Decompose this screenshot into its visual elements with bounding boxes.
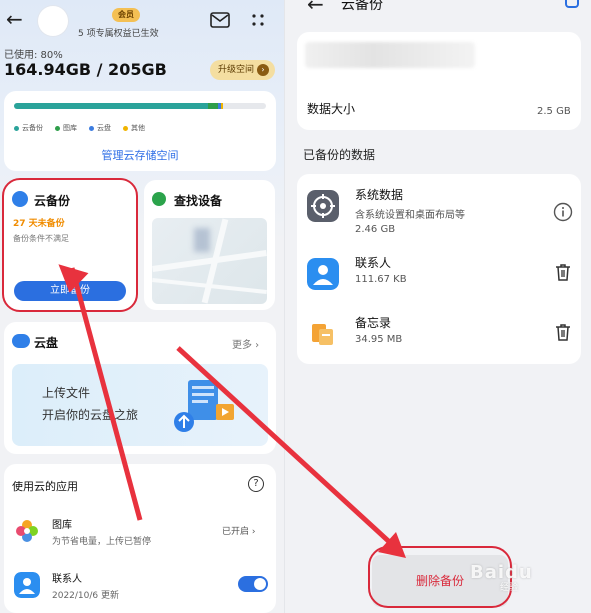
list-item-contacts[interactable]: 联系人 111.67 KB bbox=[297, 246, 581, 306]
list-item-system-data[interactable]: 系统数据 含系统设置和桌面布局等 2.46 GB bbox=[297, 178, 581, 238]
app-name: 图库 bbox=[52, 520, 72, 531]
benefit-text[interactable]: 5 项专属权益已生效 bbox=[78, 26, 159, 39]
legend-label: 云备份 bbox=[22, 124, 43, 132]
more-label: 更多 bbox=[232, 340, 252, 351]
find-device-card[interactable]: 查找设备 bbox=[144, 180, 275, 310]
contacts-sync-toggle[interactable] bbox=[238, 576, 268, 592]
storage-legend: 云备份 图库 云盘 其他 bbox=[14, 123, 145, 133]
legend-item: 云备份 bbox=[14, 123, 43, 133]
help-icon[interactable]: ? bbox=[248, 476, 264, 492]
app-name: 联系人 bbox=[52, 574, 82, 585]
trash-icon[interactable] bbox=[553, 262, 573, 282]
bar-seg-other bbox=[220, 103, 224, 109]
cloud-backup-detail-panel: ← 云备份 数据大小 2.5 GB 已备份的数据 系统数据 含系统设置和桌面布局… bbox=[285, 0, 591, 613]
app-status: 已开启 › bbox=[222, 527, 256, 537]
bar-seg-backup bbox=[14, 103, 209, 109]
device-name-blurred bbox=[305, 42, 475, 68]
banner-line2: 开启你的云盘之旅 bbox=[42, 408, 139, 422]
back-arrow-icon[interactable]: ← bbox=[307, 0, 324, 16]
used-percent-label: 已使用: 80% bbox=[4, 50, 63, 61]
list-item-notes[interactable]: 备忘录 34.95 MB bbox=[297, 306, 581, 366]
location-pin-icon bbox=[152, 192, 166, 206]
legend-dot bbox=[123, 125, 128, 131]
upgrade-label: 升级空间 bbox=[218, 65, 255, 75]
corner-action-icon[interactable] bbox=[565, 0, 579, 8]
gallery-icon bbox=[16, 520, 38, 542]
legend-dot bbox=[55, 125, 60, 131]
highlight-ring-backup bbox=[2, 178, 138, 312]
legend-label: 云盘 bbox=[97, 124, 111, 132]
back-arrow-icon[interactable]: ← bbox=[6, 8, 28, 30]
contacts-icon bbox=[14, 572, 40, 598]
app-subtitle: 2022/10/6 更新 bbox=[52, 591, 120, 601]
avatar[interactable] bbox=[38, 6, 68, 36]
trash-icon[interactable] bbox=[553, 322, 573, 342]
legend-dot bbox=[89, 125, 94, 131]
app-row-gallery[interactable]: 图库 为节省电量，上传已暂停 已开启 › bbox=[12, 514, 272, 554]
bar-seg-gallery bbox=[208, 103, 219, 109]
legend-dot bbox=[14, 125, 19, 131]
legend-label: 图库 bbox=[63, 124, 77, 132]
manage-storage-link[interactable]: 管理云存储空间 bbox=[4, 147, 276, 163]
system-settings-icon bbox=[307, 190, 339, 222]
more-dots-icon[interactable] bbox=[250, 12, 266, 28]
legend-item: 其他 bbox=[123, 123, 145, 133]
cloud-drive-title: 云盘 bbox=[34, 336, 59, 350]
info-icon[interactable] bbox=[553, 202, 573, 222]
device-map[interactable] bbox=[152, 218, 267, 304]
item-size: 111.67 KB bbox=[355, 274, 407, 285]
mail-icon[interactable] bbox=[210, 12, 230, 28]
legend-item: 云盘 bbox=[89, 123, 111, 133]
contacts-icon bbox=[307, 258, 339, 290]
find-device-title: 查找设备 bbox=[174, 194, 223, 208]
watermark-sub: 经验 bbox=[500, 583, 519, 593]
location-marker bbox=[194, 228, 210, 252]
more-link[interactable]: 更多 › bbox=[232, 336, 259, 351]
cloud-apps-card: 使用云的应用 ? 图库 为节省电量，上传已暂停 已开启 › 联系人 2022/1… bbox=[4, 464, 276, 613]
app-row-contacts[interactable]: 联系人 2022/10/6 更新 bbox=[12, 568, 272, 608]
banner-line1: 上传文件 bbox=[42, 386, 91, 400]
page-title: 云备份 bbox=[341, 0, 383, 13]
legend-item: 图库 bbox=[55, 123, 77, 133]
legend-label: 其他 bbox=[131, 124, 145, 132]
item-size: 34.95 MB bbox=[355, 334, 403, 345]
backup-info-card: 数据大小 2.5 GB bbox=[297, 32, 581, 130]
backed-data-heading: 已备份的数据 bbox=[303, 148, 376, 162]
apps-section-title: 使用云的应用 bbox=[12, 480, 78, 493]
item-size: 2.46 GB bbox=[355, 224, 396, 235]
data-size-value: 2.5 GB bbox=[537, 106, 571, 117]
item-name: 联系人 bbox=[355, 256, 392, 270]
item-name: 系统数据 bbox=[355, 188, 404, 202]
vip-badge: 会员 bbox=[112, 8, 140, 22]
chevron-right-icon: › bbox=[257, 64, 270, 76]
upgrade-space-button[interactable]: 升级空间 › bbox=[210, 60, 276, 80]
cloud-drive-card[interactable]: 云盘 更多 › 上传文件 开启你的云盘之旅 bbox=[4, 322, 276, 454]
backed-data-list: 系统数据 含系统设置和桌面布局等 2.46 GB 联系人 111.67 KB 备… bbox=[297, 174, 581, 364]
item-description: 含系统设置和桌面布局等 bbox=[355, 210, 465, 221]
used-storage-value: 164.94GB / 205GB bbox=[4, 60, 167, 79]
storage-card: 云备份 图库 云盘 其他 管理云存储空间 bbox=[4, 91, 276, 171]
app-subtitle: 为节省电量，上传已暂停 bbox=[52, 537, 152, 547]
cloud-drive-icon bbox=[12, 334, 30, 348]
data-size-label: 数据大小 bbox=[307, 102, 356, 116]
upload-banner[interactable]: 上传文件 开启你的云盘之旅 bbox=[12, 364, 268, 446]
app-status-label: 已开启 bbox=[222, 527, 250, 537]
storage-usage-bar bbox=[14, 103, 266, 109]
upload-illustration bbox=[174, 380, 234, 432]
item-name: 备忘录 bbox=[355, 316, 392, 330]
notes-icon bbox=[307, 318, 339, 350]
